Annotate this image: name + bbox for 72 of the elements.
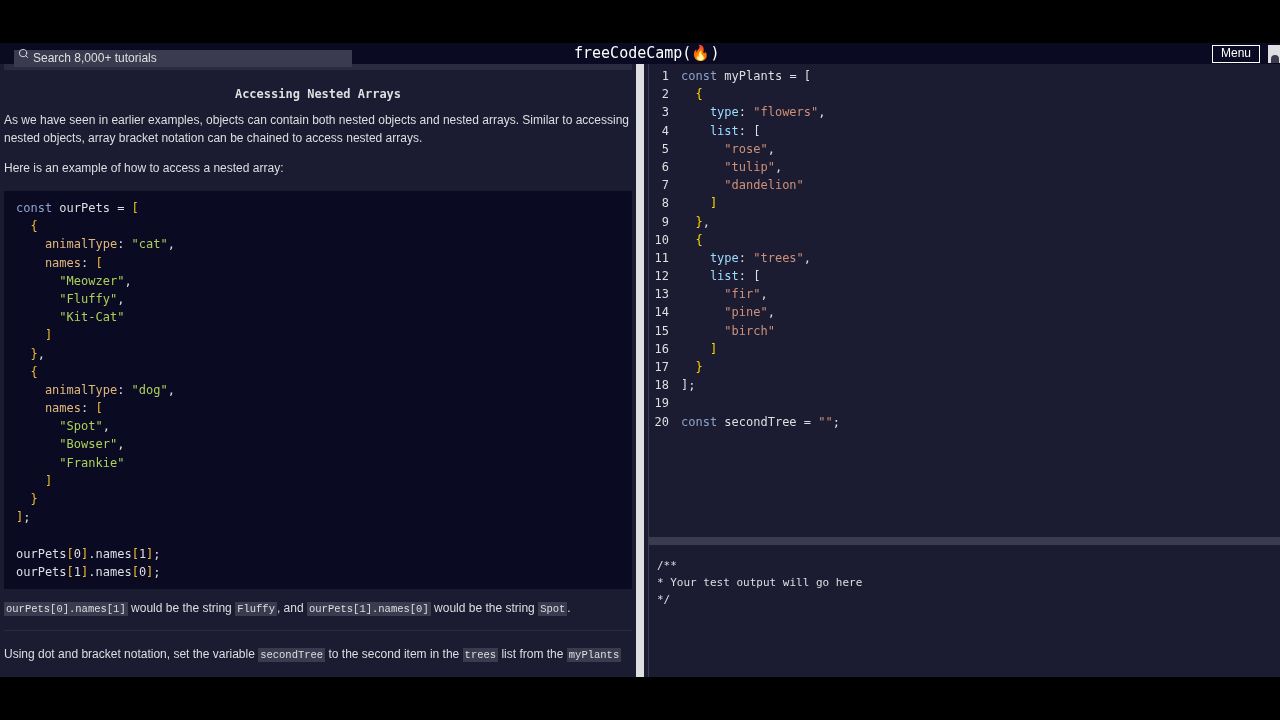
code-line: "dandelion" <box>723 177 804 195</box>
code-line: list: [ <box>708 122 761 140</box>
code-line: ourPets[1].names[0]; <box>16 563 161 581</box>
line-number: 13 <box>654 286 669 304</box>
code-line: const myPlants = [ <box>681 68 812 85</box>
line-number: 1 <box>661 68 669 85</box>
line-number: 9 <box>661 213 669 231</box>
line-number: 7 <box>661 177 669 195</box>
code-line: "Frankie" <box>58 454 125 472</box>
paragraph: Here is an example of how to access a nested array: <box>4 160 284 177</box>
code-line: const secondTree = ""; <box>681 413 840 431</box>
code-line: } <box>29 491 38 508</box>
code-line: "Spot", <box>58 418 110 436</box>
code-line: { <box>694 231 703 249</box>
line-number: 12 <box>654 268 669 286</box>
code-line: names: [ <box>43 254 103 272</box>
menu-button[interactable]: Menu <box>1211 44 1260 63</box>
code-line: animalType: "cat", <box>43 236 175 254</box>
line-number: 3 <box>661 104 669 122</box>
code-line: }, <box>694 213 710 231</box>
output-line: /** <box>657 558 677 574</box>
code-line: names: [ <box>43 400 103 418</box>
code-line: ]; <box>16 509 31 527</box>
search-field[interactable]: Search 8,000+ tutorials <box>14 49 352 67</box>
line-number: 10 <box>654 231 669 249</box>
site-logo[interactable]: freeCodeCamp(🔥) <box>574 44 720 63</box>
line-number: 14 <box>654 304 669 322</box>
code-line: "Kit-Cat" <box>58 309 125 327</box>
code-line: "Bowser", <box>58 436 125 454</box>
line-number: 6 <box>661 158 669 176</box>
line-number: 17 <box>654 359 669 376</box>
code-line: { <box>29 363 38 381</box>
code-line: const ourPets = [ <box>16 200 139 217</box>
line-number: 4 <box>661 122 669 140</box>
lesson-title: Accessing Nested Arrays <box>234 86 402 103</box>
code-line: "rose", <box>723 140 775 158</box>
code-line: list: [ <box>708 268 761 286</box>
code-line: ] <box>708 195 718 213</box>
code-line: "Meowzer", <box>58 272 132 290</box>
code-line: ] <box>43 472 53 490</box>
code-line: "tulip", <box>723 158 783 176</box>
line-number: 8 <box>661 195 669 213</box>
line-number: 5 <box>661 140 669 158</box>
code-line: { <box>29 218 38 236</box>
line-number: 15 <box>654 322 669 340</box>
line-number: 20 <box>654 413 669 431</box>
code-line: ] <box>708 340 718 358</box>
code-line: ourPets[0].names[1]; <box>16 545 161 563</box>
code-line: { <box>694 86 703 104</box>
search-icon <box>18 48 29 59</box>
code-line: type: "flowers", <box>708 104 826 122</box>
paragraph: Using dot and bracket notation, set the variable secondTree to the second item in the trees list from the myPlants <box>4 645 622 664</box>
code-line: }, <box>29 345 45 363</box>
paragraph: ourPets[0].names[1] would be the string Fluffy , and ourPets[1].names[0] would be the string Spot . <box>4 599 571 618</box>
line-number: 2 <box>661 86 669 104</box>
line-number: 11 <box>654 249 669 267</box>
code-line: "fir", <box>723 286 768 304</box>
code-line: ] <box>43 327 53 345</box>
output-line: */ <box>657 592 671 608</box>
code-line: animalType: "dog", <box>43 381 175 399</box>
avatar-icon[interactable] <box>1268 44 1280 63</box>
line-number: 16 <box>654 340 669 358</box>
output-line: * Your test output will go here <box>657 575 863 591</box>
code-line: "Fluffy", <box>58 290 125 308</box>
paragraph: As we have seen in earlier examples, objects can contain both nested objects and nested arrays. Similar to accessing nested objects, array bracket notation can be chained to access nested arrays. <box>4 112 630 147</box>
code-line: "pine", <box>723 304 775 322</box>
code-line: type: "trees", <box>708 249 812 267</box>
line-number: 18 <box>654 377 669 395</box>
code-line: "birch" <box>723 322 775 340</box>
code-line: ]; <box>681 377 696 395</box>
code-line: } <box>694 359 703 376</box>
line-number: 19 <box>654 395 669 413</box>
